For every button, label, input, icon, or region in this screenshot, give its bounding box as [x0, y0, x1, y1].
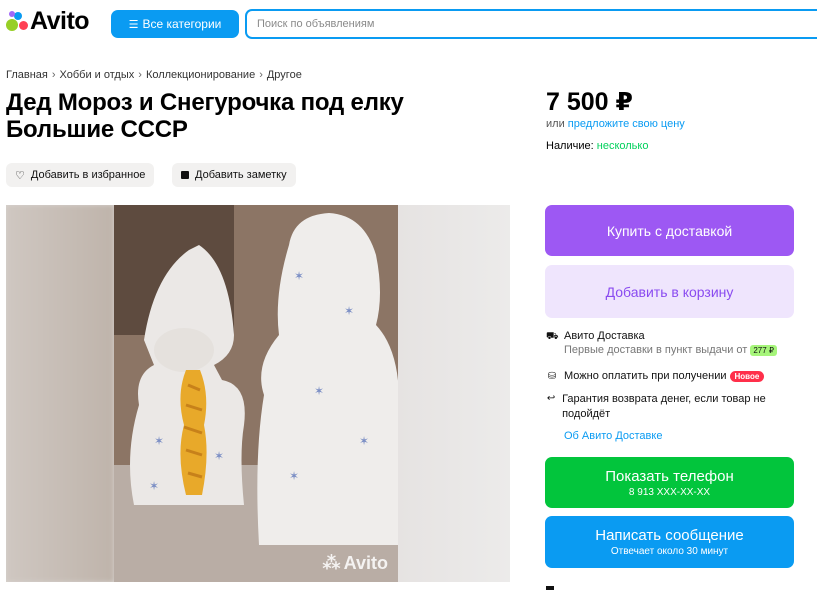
truck-icon: ⛟ [546, 331, 559, 342]
breadcrumb-hobby[interactable]: Хобби и отдых [60, 69, 135, 81]
photo-blur-right [398, 205, 510, 582]
svg-text:✶: ✶ [294, 269, 304, 283]
stock-info: Наличие: несколько [546, 140, 648, 152]
add-favorite-button[interactable]: ♡ Добавить в избранное [6, 163, 155, 187]
svg-text:✶: ✶ [344, 304, 354, 318]
pay-on-receipt-text: Можно оплатить при получении [564, 370, 727, 382]
return-arrow-icon: ↩ [546, 393, 556, 404]
delivery-title: Авито Доставка [564, 330, 645, 342]
search-placeholder: Поиск по объявлениям [257, 18, 375, 30]
stock-value: несколько [596, 140, 649, 152]
photo-main-image: ✶ ✶ ✶ ✶ ✶ ✶ ✶ ✶ [114, 205, 398, 582]
all-categories-label: Все категории [142, 17, 222, 31]
cart-label: Добавить в корзину [605, 283, 734, 300]
watermark-dots-icon: ⁂ [322, 553, 341, 573]
buy-label: Купить с доставкой [606, 222, 733, 239]
figurines-illustration: ✶ ✶ ✶ ✶ ✶ ✶ ✶ ✶ [114, 205, 398, 582]
show-phone-label: Показать телефон [605, 467, 734, 485]
breadcrumb-home[interactable]: Главная [6, 69, 48, 81]
svg-text:✶: ✶ [314, 384, 324, 398]
add-note-label: Добавить заметку [195, 169, 287, 181]
show-phone-button[interactable]: Показать телефон 8 913 XXX-XX-XX [545, 457, 794, 508]
item-photo[interactable]: ✶ ✶ ✶ ✶ ✶ ✶ ✶ ✶ ⁂ Avito [6, 205, 510, 582]
cut-off-element [546, 586, 554, 590]
page-title: Дед Мороз и Снегурочка под елку Большие … [6, 89, 404, 143]
breadcrumb-separator-icon: › [51, 69, 56, 81]
avito-logo[interactable]: Avito [6, 6, 90, 36]
write-message-label: Написать сообщение [595, 527, 744, 544]
offer-prefix: или [546, 118, 565, 130]
pay-on-receipt-info: ⛁ Можно оплатить при получении Новое [546, 370, 765, 383]
price-offer: или предложите свою цену [546, 118, 685, 130]
response-time: Отвечает около 30 минут [610, 546, 729, 557]
delivery-price-badge: 277 ₽ [750, 345, 778, 356]
svg-text:✶: ✶ [154, 434, 164, 448]
heart-icon: ♡ [15, 169, 25, 182]
photo-blur-left [6, 205, 114, 582]
note-icon [181, 171, 189, 179]
phone-number: 8 913 XXX-XX-XX [628, 486, 711, 498]
logo-dots-icon [6, 10, 28, 32]
price: 7 500 ₽ [546, 88, 633, 116]
add-favorite-label: Добавить в избранное [30, 169, 146, 181]
breadcrumb-separator-icon: › [138, 69, 142, 81]
buy-with-delivery-button[interactable]: Купить с доставкой [545, 205, 794, 256]
new-badge: Новое [729, 371, 765, 382]
breadcrumb-other[interactable]: Другое [267, 69, 302, 81]
watermark-text: Avito [343, 553, 388, 573]
all-categories-button[interactable]: ☰ Все категории [111, 10, 239, 38]
breadcrumb-separator-icon: › [259, 69, 263, 81]
svg-text:✶: ✶ [359, 434, 369, 448]
guarantee-info: ↩ Гарантия возврата денег, если товар не… [546, 392, 776, 422]
categories-search-icon: ☰ [128, 18, 139, 31]
about-delivery-link[interactable]: Об Авито Доставке [564, 430, 662, 442]
svg-text:✶: ✶ [214, 449, 224, 463]
breadcrumb: Главная › Хобби и отдых › Коллекциониров… [6, 69, 302, 81]
delivery-info: ⛟ Авито Доставка Первые доставки в пункт… [546, 330, 778, 356]
svg-text:✶: ✶ [289, 469, 299, 483]
photo-watermark: ⁂ Avito [322, 553, 388, 574]
guarantee-text: Гарантия возврата денег, если товар не п… [562, 393, 766, 420]
offer-price-link[interactable]: предложите свою цену [568, 118, 685, 130]
delivery-sub: Первые доставки в пункт выдачи от [564, 344, 748, 356]
coins-icon: ⛁ [547, 371, 557, 382]
svg-text:✶: ✶ [149, 479, 159, 493]
add-to-cart-button[interactable]: Добавить в корзину [545, 265, 794, 318]
write-message-button[interactable]: Написать сообщение Отвечает около 30 мин… [545, 516, 794, 568]
add-note-button[interactable]: Добавить заметку [172, 163, 296, 187]
breadcrumb-collecting[interactable]: Коллекционирование [146, 69, 255, 81]
search-input[interactable]: Поиск по объявлениям [245, 9, 817, 39]
stock-label: Наличие: [546, 140, 594, 152]
logo-text: Avito [30, 6, 90, 35]
